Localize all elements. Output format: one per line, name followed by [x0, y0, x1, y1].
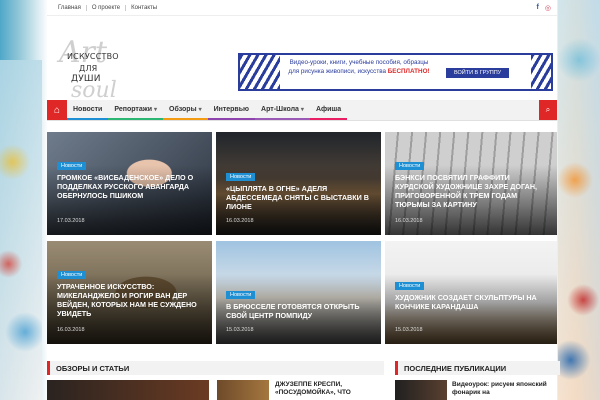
- card-title[interactable]: Художник создает скульптуры на кончике к…: [395, 293, 549, 311]
- article-title[interactable]: Видеоурок: рисуем японский фонарик на: [452, 381, 556, 397]
- header: Art ИСКУССТВО ДЛЯ ДУШИ soul Видео-уроки,…: [47, 16, 557, 103]
- ad-banner[interactable]: Видео-уроки, книги, учебные пособия, обр…: [238, 53, 553, 91]
- nav-item-label: Репортажи: [114, 105, 153, 113]
- nav-item-label: Новости: [73, 105, 103, 113]
- featured-card[interactable]: Новости В Брюсселе готовятся открыть сво…: [216, 241, 381, 344]
- category-tag[interactable]: Новости: [57, 162, 87, 170]
- category-tag[interactable]: Новости: [395, 162, 425, 170]
- featured-card[interactable]: Новости Утраченное искусство: Микеландже…: [47, 241, 212, 344]
- facebook-icon[interactable]: f: [537, 4, 539, 12]
- top-link-home[interactable]: Главная: [53, 4, 87, 11]
- card-date: 15.03.2018: [226, 327, 254, 333]
- nav-item-reports[interactable]: Репортажи ▾: [108, 100, 164, 120]
- article-thumbnail[interactable]: [395, 380, 447, 400]
- featured-card[interactable]: Новости Художник создает скульптуры на к…: [385, 241, 557, 344]
- category-tag[interactable]: Новости: [226, 173, 256, 181]
- category-tag[interactable]: Новости: [395, 282, 425, 290]
- top-link-about[interactable]: О проекте: [87, 4, 127, 11]
- main-nav: ⌂ Новости Репортажи ▾ Обзоры ▾ Интервью Ар…: [47, 100, 557, 121]
- nav-item-news[interactable]: Новости: [67, 100, 109, 120]
- article-thumbnail[interactable]: [217, 380, 269, 400]
- nav-item-poster[interactable]: Афиша: [309, 100, 348, 120]
- nav-item-reviews[interactable]: Обзоры ▾: [163, 100, 208, 120]
- social-links: f ◎: [537, 4, 551, 12]
- top-links: Главная О проекте Контакты: [53, 4, 162, 11]
- banner-stripes-right: [531, 55, 551, 89]
- card-date: 15.03.2018: [395, 327, 423, 333]
- top-bar: Главная О проекте Контакты f ◎: [47, 0, 557, 16]
- search-icon[interactable]: ⌕: [539, 100, 557, 120]
- nav-item-label: Обзоры: [169, 105, 197, 113]
- card-date: 16.03.2018: [395, 218, 423, 224]
- card-title[interactable]: Громкое «висбаденское» дело о подделках …: [57, 173, 204, 200]
- section-title: ОБЗОРЫ И СТАТЬИ: [56, 364, 130, 373]
- banner-text: Видео-уроки, книги, учебные пособия, обр…: [284, 59, 434, 76]
- featured-grid: Новости Громкое «висбаденское» дело о по…: [47, 132, 557, 344]
- chevron-down-icon: ▾: [300, 106, 304, 113]
- article-thumbnail[interactable]: [47, 380, 209, 400]
- top-link-contacts[interactable]: Контакты: [126, 5, 162, 11]
- category-tag[interactable]: Новости: [57, 271, 87, 279]
- site-logo[interactable]: Art ИСКУССТВО ДЛЯ ДУШИ soul: [57, 38, 121, 108]
- nav-item-interview[interactable]: Интервью: [207, 100, 256, 120]
- section-header-reviews: ОБЗОРЫ И СТАТЬИ: [47, 361, 384, 375]
- category-tag[interactable]: Новости: [226, 291, 256, 299]
- nav-item-label: Афиша: [315, 105, 342, 113]
- logo-line-1: ИСКУССТВО: [67, 52, 119, 61]
- nav-item-art-school[interactable]: Арт-Школа ▾: [255, 100, 310, 120]
- nav-item-label: Интервью: [213, 105, 250, 113]
- logo-line-2: ДЛЯ: [79, 64, 98, 73]
- chevron-down-icon: ▾: [154, 106, 158, 113]
- card-title[interactable]: Бэнкси посвятил граффити курдской художн…: [395, 173, 549, 209]
- banner-stripes-left: [240, 55, 280, 89]
- banner-cta-button[interactable]: ВОЙТИ В ГРУППУ: [446, 68, 510, 78]
- card-title[interactable]: «Цыплята в огне» Аделя Абдессемеда сняты…: [226, 184, 373, 211]
- card-title[interactable]: В Брюсселе готовятся открыть свой центр …: [226, 302, 373, 320]
- instagram-icon[interactable]: ◎: [545, 4, 551, 12]
- page-container: Главная О проекте Контакты f ◎ Art ИСКУС…: [47, 0, 560, 400]
- card-date: 17.03.2018: [57, 218, 85, 224]
- nav-item-label: Арт-Школа: [261, 105, 299, 113]
- card-title[interactable]: Утраченное искусство: Микеланджело и Рог…: [57, 282, 204, 318]
- card-date: 16.03.2018: [226, 218, 254, 224]
- chevron-down-icon: ▾: [198, 106, 202, 113]
- banner-text-highlight: БЕСПЛАТНО!: [387, 67, 430, 75]
- card-date: 16.03.2018: [57, 327, 85, 333]
- home-icon[interactable]: ⌂: [47, 100, 67, 120]
- featured-card[interactable]: Новости «Цыплята в огне» Аделя Абдессеме…: [216, 132, 381, 235]
- featured-card[interactable]: Новости Громкое «висбаденское» дело о по…: [47, 132, 212, 235]
- section-header-latest: ПОСЛЕДНИЕ ПУБЛИКАЦИИ: [395, 361, 560, 375]
- background-splash-left: [0, 60, 42, 400]
- background-splash-right: [558, 0, 600, 400]
- article-title[interactable]: ДЖУЗЕППЕ КРЕСПИ, «ПОСУДОМОЙКА», ЧТО: [275, 381, 379, 397]
- section-title: ПОСЛЕДНИЕ ПУБЛИКАЦИИ: [404, 364, 507, 373]
- featured-card[interactable]: Новости Бэнкси посвятил граффити курдско…: [385, 132, 557, 235]
